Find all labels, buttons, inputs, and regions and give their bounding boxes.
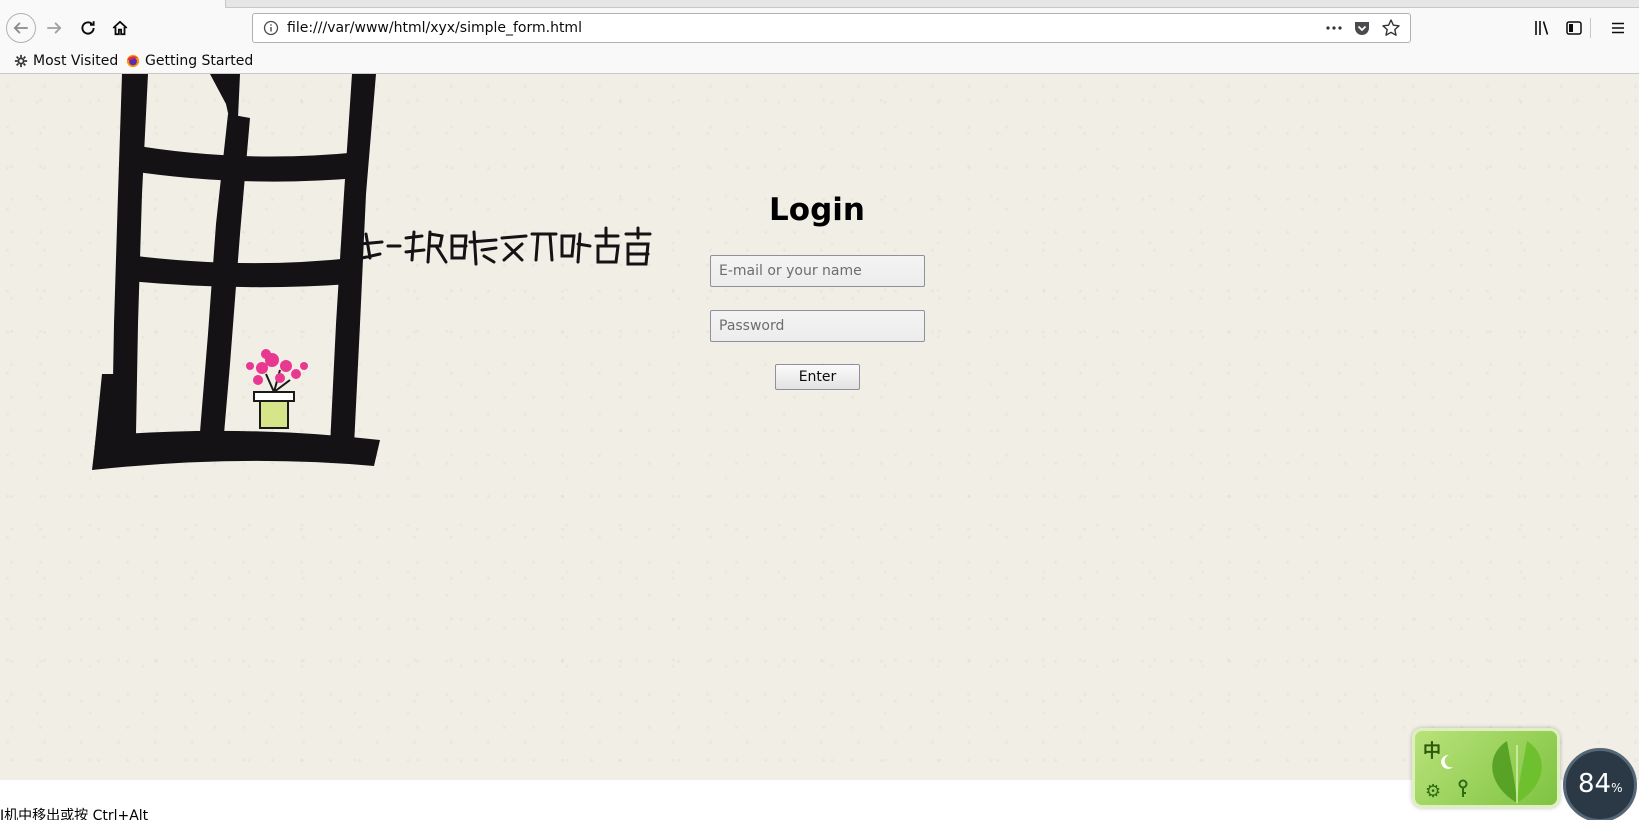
bottom-strip: [0, 780, 1639, 820]
reload-icon: [81, 21, 95, 35]
password-input[interactable]: [710, 310, 925, 342]
email-or-name-input[interactable]: [710, 255, 925, 287]
info-icon[interactable]: [263, 20, 279, 36]
moon-icon[interactable]: [1437, 753, 1455, 771]
page-content: Login Enter: [0, 74, 1639, 780]
pocket-icon[interactable]: [1353, 19, 1371, 37]
gauge-unit: %: [1611, 781, 1623, 795]
bookmarks-toolbar: Most Visited Getting Started: [0, 48, 1639, 74]
home-button[interactable]: [106, 14, 134, 42]
forward-arrow-icon: [47, 22, 62, 34]
calligraphy-artwork: [358, 226, 652, 266]
settings-gear-icon[interactable]: ⚙: [1425, 781, 1441, 802]
bookmark-getting-started[interactable]: Getting Started: [126, 51, 253, 71]
gauge-value: 84%: [1578, 769, 1623, 799]
page-actions-icon[interactable]: [1325, 19, 1343, 37]
forward-button[interactable]: [40, 14, 68, 42]
back-arrow-icon: [13, 22, 28, 34]
toolbar-separator: [1590, 18, 1591, 38]
status-text-fragment: I机中移出或按 Ctrl+Alt: [0, 808, 149, 820]
login-title: Login: [769, 192, 865, 228]
back-button[interactable]: [6, 13, 36, 43]
bookmark-label: Getting Started: [145, 53, 254, 69]
bookmark-most-visited[interactable]: Most Visited: [14, 51, 118, 71]
reload-button[interactable]: [74, 14, 102, 42]
url-bar[interactable]: file:///var/www/html/xyx/simple_form.htm…: [252, 13, 1411, 43]
tab-strip: [0, 0, 1639, 8]
enter-button[interactable]: Enter: [775, 364, 860, 390]
bookmark-label: Most Visited: [33, 53, 119, 69]
gear-icon: [14, 54, 28, 68]
bookmark-star-icon[interactable]: [1381, 18, 1401, 38]
sidebar-toggle-icon[interactable]: [1562, 16, 1586, 40]
library-icon[interactable]: [1530, 16, 1554, 40]
window-illustration: [92, 74, 380, 470]
key-icon[interactable]: [1455, 779, 1471, 799]
hamburger-menu-icon[interactable]: [1606, 16, 1630, 40]
firefox-icon: [126, 54, 140, 68]
performance-gauge[interactable]: 84%: [1563, 748, 1637, 820]
active-tab[interactable]: [0, 0, 226, 8]
home-icon: [112, 20, 128, 36]
url-text[interactable]: file:///var/www/html/xyx/simple_form.htm…: [287, 14, 582, 42]
leaf-decoration-icon: [1492, 741, 1542, 803]
ime-toolbar-widget[interactable]: 中 ⚙: [1412, 728, 1560, 808]
navigation-toolbar: file:///var/www/html/xyx/simple_form.htm…: [0, 8, 1639, 48]
